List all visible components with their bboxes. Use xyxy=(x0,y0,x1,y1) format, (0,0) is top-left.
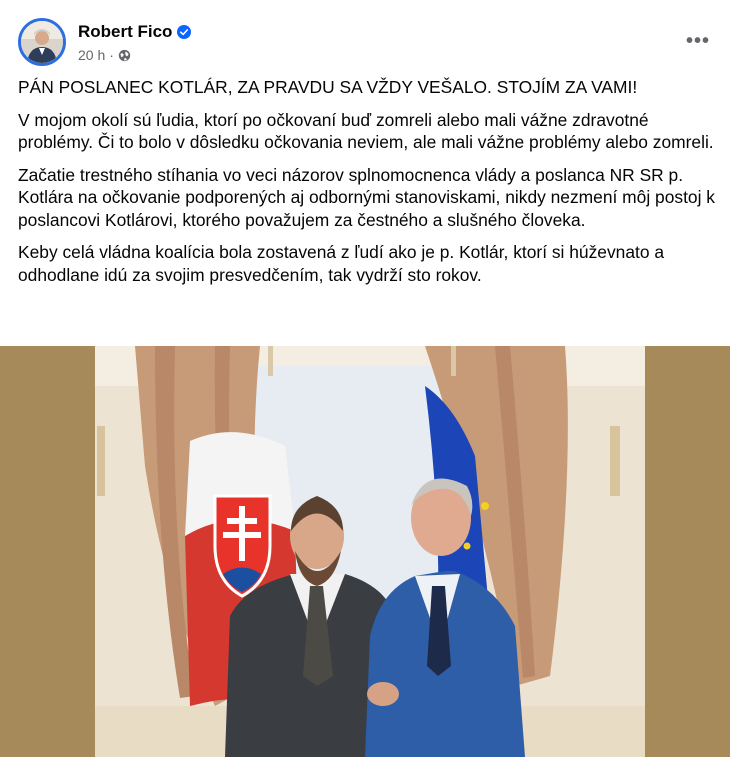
post-timestamp[interactable]: 20 h xyxy=(78,47,105,63)
post-paragraph: V mojom okolí sú ľudia, ktorí po očkovan… xyxy=(18,109,714,153)
meta-separator: · xyxy=(109,47,114,63)
post-paragraph: PÁN POSLANEC KOTLÁR, ZA PRAVDU SA VŽDY V… xyxy=(18,77,638,97)
globe-icon[interactable] xyxy=(118,49,131,62)
post-paragraph: Začatie trestného stíhania vo veci názor… xyxy=(18,164,715,230)
post-meta: 20 h · xyxy=(78,47,131,63)
author-name[interactable]: Robert Fico xyxy=(78,22,172,42)
photo-image xyxy=(95,346,645,757)
verified-badge-icon xyxy=(177,25,192,39)
more-options-button[interactable]: ••• xyxy=(686,30,710,53)
avatar[interactable] xyxy=(18,18,66,66)
post-text: PÁN POSLANEC KOTLÁR, ZA PRAVDU SA VŽDY V… xyxy=(18,76,718,296)
post-photo[interactable] xyxy=(0,346,730,757)
post-header: Robert Fico 20 h · ••• xyxy=(18,14,718,70)
facebook-post: Robert Fico 20 h · ••• PÁN POSLANEC KOTL… xyxy=(0,0,730,757)
post-paragraph: Keby celá vládna koalícia bola zostavená… xyxy=(18,242,665,285)
author-row: Robert Fico xyxy=(78,22,192,42)
